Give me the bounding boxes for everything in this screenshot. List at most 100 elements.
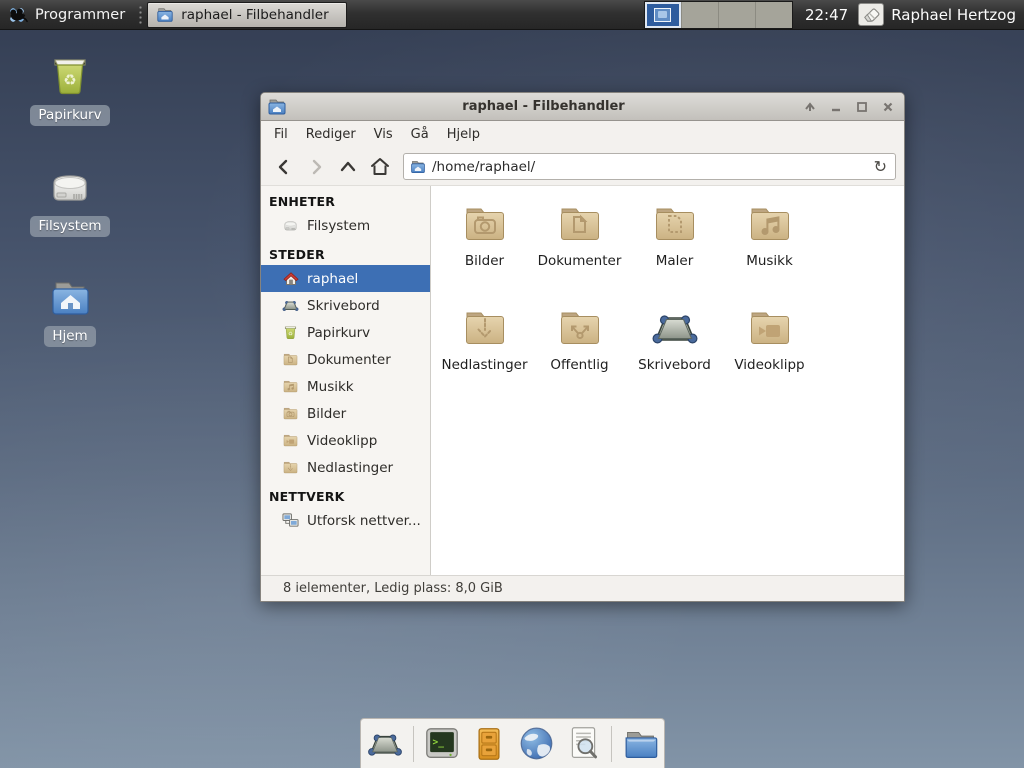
workspace-2[interactable] xyxy=(682,2,718,28)
desktop-icon-filesystem[interactable]: Filsystem xyxy=(26,161,114,237)
panel-clock: 22:47 xyxy=(805,6,848,24)
applications-menu-label: Programmer xyxy=(35,7,125,23)
folder-documents-icon xyxy=(556,200,604,248)
folder-videos-icon xyxy=(282,432,299,449)
desktop-icon xyxy=(651,304,699,352)
desktop-icon xyxy=(282,297,299,314)
file-item-public[interactable]: Offentlig xyxy=(532,304,627,404)
menu-help[interactable]: Hjelp xyxy=(438,123,489,146)
menu-file[interactable]: Fil xyxy=(265,123,297,146)
top-panel: Programmer raphael - Filbehandler 22:47 … xyxy=(0,0,1024,30)
file-item-pictures[interactable]: Bilder xyxy=(437,200,532,300)
folder-templates-icon xyxy=(651,200,699,248)
applications-menu-button[interactable]: Programmer xyxy=(0,0,135,29)
taskbar-window-button[interactable]: raphael - Filbehandler xyxy=(147,2,347,28)
sidebar-item-label: Skrivebord xyxy=(307,298,380,314)
file-cabinet-icon xyxy=(471,726,507,762)
file-item-templates[interactable]: Maler xyxy=(627,200,722,300)
file-item-downloads[interactable]: Nedlastinger xyxy=(437,304,532,404)
sidebar-item-label: Papirkurv xyxy=(307,325,370,341)
sidebar-item-label: Nedlastinger xyxy=(307,460,393,476)
desktop-icon-home[interactable]: Hjem xyxy=(26,271,114,347)
window-icon xyxy=(267,97,287,117)
toolbar: /home/raphael/ ↻ xyxy=(261,148,904,186)
minimize-icon xyxy=(830,101,842,113)
folder-music-icon xyxy=(282,378,299,395)
trash-icon xyxy=(282,324,299,341)
location-path[interactable]: /home/raphael/ xyxy=(432,159,868,175)
taskbar-grip xyxy=(138,5,144,25)
folder-images-icon xyxy=(282,405,299,422)
sidebar-item-label: Utforsk nettver... xyxy=(307,513,421,529)
forward-button[interactable] xyxy=(301,153,331,181)
sidebar-item-label: Dokumenter xyxy=(307,352,391,368)
folder-documents-icon xyxy=(282,351,299,368)
minimize-button[interactable] xyxy=(826,97,846,117)
sidebar-item-videos[interactable]: Videoklipp xyxy=(261,427,430,454)
dock-separator xyxy=(611,726,612,762)
terminal-icon xyxy=(423,725,461,763)
globe-icon xyxy=(518,725,555,762)
user-icon-box xyxy=(858,3,884,26)
location-bar[interactable]: /home/raphael/ ↻ xyxy=(403,153,896,180)
folder-images-icon xyxy=(461,200,509,248)
search-launcher[interactable] xyxy=(564,725,602,763)
sidebar-item-browse-network[interactable]: Utforsk nettver... xyxy=(261,507,430,534)
desktop-icon-trash[interactable]: Papirkurv xyxy=(26,50,114,126)
forward-icon xyxy=(306,157,326,177)
titlebar[interactable]: raphael - Filbehandler xyxy=(261,93,904,121)
file-label: Bilder xyxy=(465,253,504,269)
home-button[interactable] xyxy=(365,153,395,181)
maximize-button[interactable] xyxy=(852,97,872,117)
desktop-icon-label: Papirkurv xyxy=(30,105,109,126)
sidebar-item-downloads[interactable]: Nedlastinger xyxy=(261,454,430,481)
file-item-documents[interactable]: Dokumenter xyxy=(532,200,627,300)
close-button[interactable] xyxy=(878,97,898,117)
file-cabinet-launcher[interactable] xyxy=(470,725,508,763)
xfce-logo-icon xyxy=(6,4,28,26)
sidebar-header-network: NETTVERK xyxy=(261,481,430,507)
sidebar-item-label: Bilder xyxy=(307,406,346,422)
user-menu-button[interactable]: Raphael Hertzog xyxy=(858,3,1016,26)
dock-panel xyxy=(360,718,665,768)
home-folder-icon xyxy=(46,273,94,321)
file-item-videos[interactable]: Videoklipp xyxy=(722,304,817,404)
sidebar-item-music[interactable]: Musikk xyxy=(261,373,430,400)
sidebar-item-label: Musikk xyxy=(307,379,354,395)
back-button[interactable] xyxy=(269,153,299,181)
sidebar-item-pictures[interactable]: Bilder xyxy=(261,400,430,427)
sidebar-item-label: raphael xyxy=(307,271,358,287)
file-view[interactable]: Bilder Dokumenter Maler Musikk Nedlastin… xyxy=(431,186,904,575)
sidebar-item-trash[interactable]: Papirkurv xyxy=(261,319,430,346)
shade-button[interactable] xyxy=(800,97,820,117)
reload-button[interactable]: ↻ xyxy=(874,159,889,175)
menu-go[interactable]: Gå xyxy=(402,123,438,146)
file-manager-launcher[interactable] xyxy=(621,725,659,763)
workspace-4[interactable] xyxy=(756,2,792,28)
hard-drive-icon xyxy=(282,217,299,234)
home-icon xyxy=(369,156,391,178)
workspace-3[interactable] xyxy=(719,2,755,28)
back-icon xyxy=(274,157,294,177)
menu-view[interactable]: Vis xyxy=(365,123,402,146)
folder-downloads-icon xyxy=(461,304,509,352)
file-item-desktop[interactable]: Skrivebord xyxy=(627,304,722,404)
document-search-icon xyxy=(565,725,602,762)
folder-music-icon xyxy=(746,200,794,248)
workspace-1[interactable] xyxy=(645,2,681,28)
file-label: Maler xyxy=(656,253,694,269)
file-item-music[interactable]: Musikk xyxy=(722,200,817,300)
menu-edit[interactable]: Rediger xyxy=(297,123,365,146)
show-desktop-button[interactable] xyxy=(366,725,404,763)
sidebar-item-home[interactable]: raphael xyxy=(261,265,430,292)
desktop-icon-label: Filsystem xyxy=(30,216,109,237)
shade-icon xyxy=(804,101,816,113)
terminal-launcher[interactable] xyxy=(423,725,461,763)
up-button[interactable] xyxy=(333,153,363,181)
sidebar-item-documents[interactable]: Dokumenter xyxy=(261,346,430,373)
sidebar-item-desktop[interactable]: Skrivebord xyxy=(261,292,430,319)
folder-downloads-icon xyxy=(282,459,299,476)
web-browser-launcher[interactable] xyxy=(517,725,555,763)
window-title: raphael - Filbehandler xyxy=(287,99,800,114)
sidebar-item-filesystem[interactable]: Filsystem xyxy=(261,212,430,239)
